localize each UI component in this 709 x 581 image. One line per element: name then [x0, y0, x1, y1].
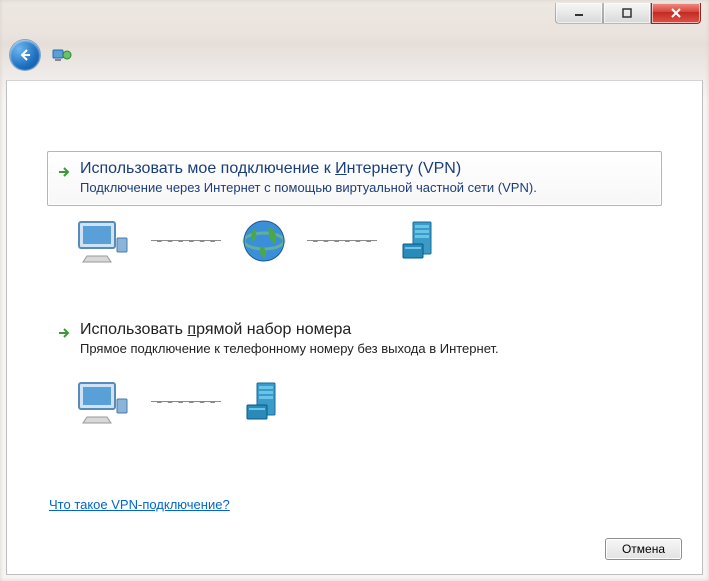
computer-icon — [73, 377, 133, 427]
option-vpn-desc: Подключение через Интернет с помощью вир… — [80, 180, 537, 195]
close-button[interactable] — [651, 3, 701, 24]
globe-icon — [239, 216, 289, 266]
arrow-right-icon — [56, 164, 72, 180]
option-vpn-title: Использовать мое подключение к Интернету… — [80, 160, 537, 178]
connector-line — [151, 401, 221, 403]
wizard-panel: Использовать мое подключение к Интернету… — [6, 80, 703, 575]
diagram-vpn — [47, 206, 662, 272]
back-button[interactable] — [10, 40, 40, 70]
connector-line — [151, 240, 221, 242]
option-dialup-title: Использовать прямой набор номера — [80, 321, 499, 339]
arrow-left-icon — [17, 47, 33, 63]
minimize-button[interactable] — [555, 3, 603, 24]
window-controls — [555, 3, 701, 25]
maximize-button[interactable] — [603, 3, 651, 24]
server-icon — [239, 377, 289, 427]
option-vpn[interactable]: Использовать мое подключение к Интернету… — [47, 151, 662, 206]
option-dialup[interactable]: Использовать прямой набор номера Прямое … — [47, 312, 662, 367]
nav-bar — [10, 40, 72, 70]
arrow-right-icon — [56, 325, 72, 341]
computer-icon — [73, 216, 133, 266]
connector-line — [307, 240, 377, 242]
wizard-icon — [52, 46, 72, 64]
diagram-dialup — [47, 367, 662, 433]
cancel-button[interactable]: Отмена — [605, 538, 682, 560]
server-icon — [395, 216, 445, 266]
option-dialup-desc: Прямое подключение к телефонному номеру … — [80, 341, 499, 356]
help-link[interactable]: Что такое VPN-подключение? — [49, 497, 230, 512]
